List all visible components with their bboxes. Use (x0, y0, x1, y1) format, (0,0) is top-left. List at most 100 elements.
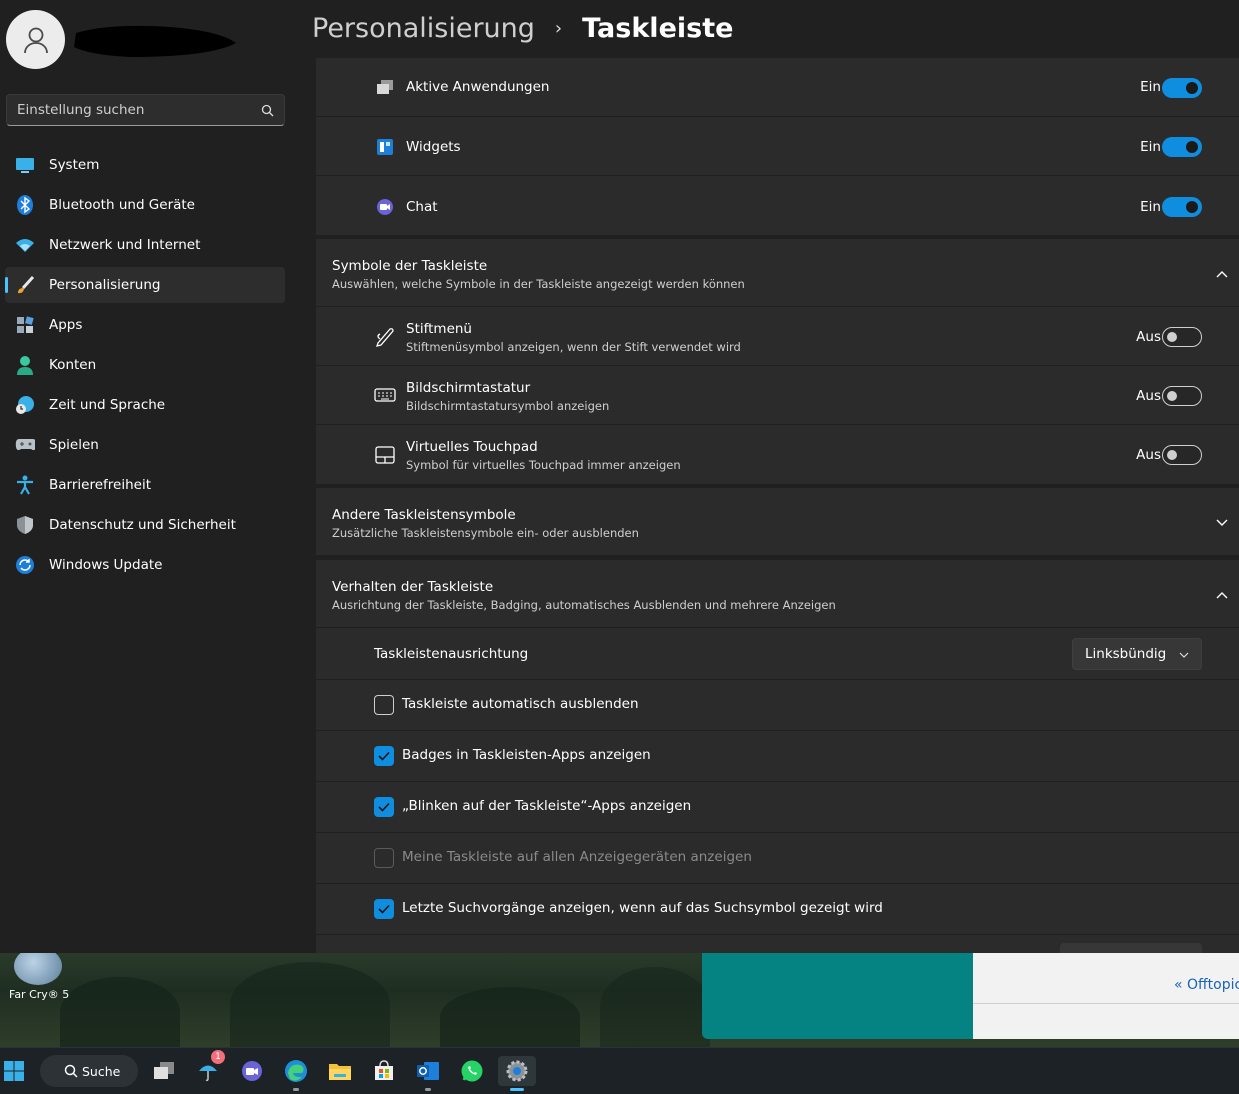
sidebar-item-time-language[interactable]: Zeit und Sprache (5, 387, 285, 423)
sidebar-item-network[interactable]: Netzwerk und Internet (5, 227, 285, 263)
behavior-section-header[interactable]: Verhalten der Taskleiste Ausrichtung der… (316, 560, 1239, 627)
avatar[interactable] (6, 10, 65, 69)
sidebar-item-accounts[interactable]: Konten (5, 347, 285, 383)
offtopic-link[interactable]: « Offtopic (1174, 977, 1239, 993)
sidebar-item-accessibility[interactable]: Barrierefreiheit (5, 467, 285, 503)
running-indicator (425, 1088, 431, 1091)
tree-silhouette (230, 962, 390, 1047)
toggle-state-text: Ein (1140, 79, 1161, 95)
gamepad-icon (15, 435, 35, 455)
wifi-icon (15, 235, 35, 255)
checkbox (374, 848, 394, 868)
symbol-row-pen-menu: Stiftmenü Stiftmenüsymbol anzeigen, wenn… (316, 306, 1239, 365)
checkmark-icon (378, 904, 390, 914)
start-button[interactable] (0, 1056, 28, 1086)
windows-logo-icon (4, 1061, 24, 1081)
sidebar-item-bluetooth[interactable]: Bluetooth und Geräte (5, 187, 285, 223)
touchpad-icon (374, 444, 396, 466)
row-description: Symbol für virtuelles Touchpad immer anz… (406, 458, 681, 472)
other-symbols-section-header[interactable]: Andere Taskleistensymbole Zusätzliche Ta… (316, 488, 1239, 555)
checkbox[interactable] (374, 746, 394, 766)
settings-search-input[interactable]: Einstellung suchen (6, 94, 285, 126)
game-icon (14, 953, 62, 985)
sidebar-item-label: Zeit und Sprache (49, 397, 166, 413)
toggle-state-text: Ein (1140, 199, 1161, 215)
outlook-button[interactable] (413, 1056, 443, 1091)
checkbox-row-flashing: „Blinken auf der Taskleiste“-Apps anzeig… (316, 781, 1239, 832)
toggle-state-text: Aus (1136, 329, 1161, 345)
row-label: Virtuelles Touchpad (406, 439, 538, 455)
background-window-browser[interactable]: « Offtopic (973, 953, 1239, 1039)
toggle-switch[interactable] (1162, 137, 1202, 157)
globe-clock-icon (15, 395, 35, 415)
alignment-label: Taskleistenausrichtung (374, 646, 529, 662)
checkbox[interactable] (374, 899, 394, 919)
toggle-switch[interactable] (1162, 78, 1202, 98)
checkbox[interactable] (374, 695, 394, 715)
folder-icon (329, 1064, 351, 1080)
chat-icon (242, 1061, 262, 1081)
taskbar-item-row-chat: Chat Ein (316, 175, 1239, 235)
checkbox[interactable] (374, 797, 394, 817)
toggle-switch[interactable] (1162, 386, 1202, 406)
edge-button[interactable] (281, 1056, 311, 1091)
row-description: Stiftmenüsymbol anzeigen, wenn der Stift… (406, 340, 741, 354)
task-view-button[interactable] (149, 1056, 179, 1086)
symbols-section-header[interactable]: Symbole der Taskleiste Auswählen, welche… (316, 239, 1239, 306)
settings-window: Einstellung suchen System Bluetooth und … (0, 0, 1239, 953)
chat-icon (374, 196, 396, 218)
breadcrumb-parent[interactable]: Personalisierung (312, 13, 535, 44)
store-button[interactable] (369, 1056, 399, 1086)
dropdown-partial[interactable] (1060, 943, 1202, 953)
search-placeholder: Einstellung suchen (17, 102, 145, 118)
tree-silhouette (440, 987, 580, 1047)
row-description: Bildschirmtastatursymbol anzeigen (406, 399, 610, 413)
edge-browser-icon (285, 1060, 307, 1082)
window-stack-icon (374, 76, 396, 98)
section-title: Symbole der Taskleiste (332, 258, 488, 274)
checkbox-label: Badges in Taskleisten-Apps anzeigen (402, 747, 651, 763)
sidebar-item-privacy[interactable]: Datenschutz und Sicherheit (5, 507, 285, 543)
divider (973, 1003, 1239, 1004)
chevron-down-icon (1179, 652, 1189, 658)
sidebar-item-label: Netzwerk und Internet (49, 237, 201, 253)
outlook-icon (417, 1062, 439, 1080)
checkbox-label: „Blinken auf der Taskleiste“-Apps anzeig… (402, 798, 692, 814)
taskbar: Suche 1 (0, 1047, 1239, 1094)
sidebar-item-windows-update[interactable]: Windows Update (5, 547, 285, 583)
checkmark-icon (378, 802, 390, 812)
active-indicator (510, 1088, 524, 1091)
checkbox-label: Letzte Suchvorgänge anzeigen, wenn auf d… (402, 900, 883, 916)
accessibility-icon (15, 475, 35, 495)
alignment-dropdown[interactable]: Linksbündig (1072, 638, 1202, 670)
background-window-teal[interactable] (702, 953, 974, 1039)
chevron-down-icon (1216, 519, 1228, 526)
toggle-switch[interactable] (1162, 327, 1202, 347)
checkbox-row-badges: Badges in Taskleisten-Apps anzeigen (316, 730, 1239, 781)
user-icon (23, 27, 48, 53)
toggle-switch[interactable] (1162, 445, 1202, 465)
store-icon (375, 1060, 393, 1080)
sidebar-item-label: Apps (49, 317, 83, 333)
content-pane: Aktive Anwendungen Ein Widgets Ein Chat … (316, 58, 1239, 953)
weather-widget-button[interactable]: 1 (193, 1050, 225, 1086)
taskbar-search[interactable]: Suche (40, 1055, 138, 1087)
sidebar-item-label: System (49, 157, 100, 173)
bluetooth-icon (15, 195, 35, 215)
sidebar-item-system[interactable]: System (5, 147, 285, 183)
sidebar-nav: System Bluetooth und Geräte Netzwerk und… (5, 147, 285, 587)
sidebar-item-personalization[interactable]: Personalisierung (5, 267, 285, 303)
sidebar-item-gaming[interactable]: Spielen (5, 427, 285, 463)
toggle-switch[interactable] (1162, 197, 1202, 217)
section-title: Verhalten der Taskleiste (332, 579, 494, 595)
sidebar-item-apps[interactable]: Apps (5, 307, 285, 343)
section-title: Andere Taskleistensymbole (332, 507, 516, 523)
teams-chat-button[interactable] (237, 1056, 267, 1086)
whatsapp-button[interactable] (457, 1056, 487, 1086)
sidebar: Einstellung suchen System Bluetooth und … (0, 0, 300, 953)
shortcut-label: Far Cry® 5 (9, 988, 70, 1001)
file-explorer-button[interactable] (325, 1056, 355, 1086)
sidebar-item-label: Personalisierung (49, 277, 161, 293)
settings-app-button[interactable] (498, 1056, 536, 1091)
person-icon (15, 355, 35, 375)
